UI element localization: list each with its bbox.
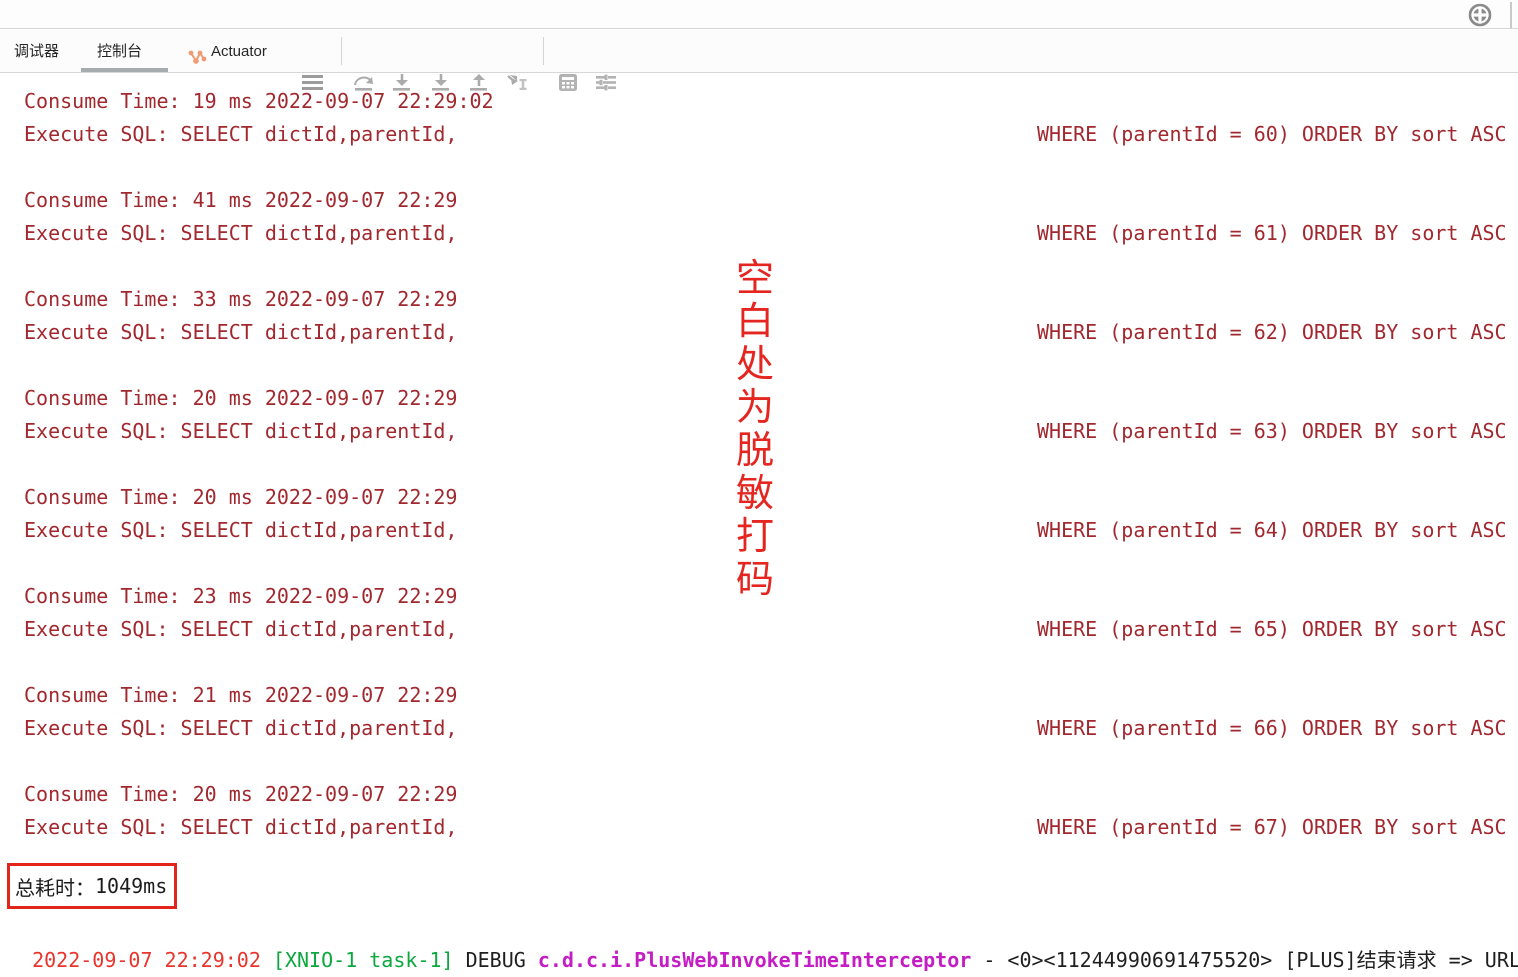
where-clause-line: WHERE (parentId = 67) ORDER BY sort ASC (1037, 811, 1507, 844)
log-logger: c.d.c.i.PlusWebInvokeTimeInterceptor (538, 948, 971, 972)
debug-log-line: 2022-09-07 22:29:02 [XNIO-1 task-1] DEBU… (8, 911, 1518, 944)
consume-time-line: Consume Time: 41 ms 2022-09-07 22:29 (24, 184, 457, 217)
consume-time-line: Consume Time: 21 ms 2022-09-07 22:29 (24, 679, 457, 712)
consume-time-line: Consume Time: 23 ms 2022-09-07 22:29 (24, 580, 457, 613)
sql-log-group: Consume Time: 20 ms 2022-09-07 22:29 Exe… (0, 778, 1518, 844)
where-clause-line: WHERE (parentId = 66) ORDER BY sort ASC (1037, 712, 1507, 745)
tab-console[interactable]: 控制台 (97, 30, 142, 73)
toolbar-separator (341, 37, 342, 65)
sql-log-group: Consume Time: 41 ms 2022-09-07 22:29 Exe… (0, 184, 1518, 250)
execute-sql-line: Execute SQL: SELECT dictId,parentId, (24, 514, 457, 547)
log-thread: [XNIO-1 task-1] (273, 948, 466, 972)
consume-time-line: Consume Time: 19 ms 2022-09-07 22:29:02 (24, 85, 494, 118)
execute-sql-line: Execute SQL: SELECT dictId,parentId, (24, 415, 457, 448)
consume-time-line: Consume Time: 20 ms 2022-09-07 22:29 (24, 481, 457, 514)
tab-debugger[interactable]: 调试器 (14, 30, 59, 73)
where-clause-line: WHERE (parentId = 63) ORDER BY sort ASC (1037, 415, 1507, 448)
execute-sql-line: Execute SQL: SELECT dictId,parentId, (24, 217, 457, 250)
log-level: DEBUG (466, 948, 538, 972)
tab-actuator-label: Actuator (211, 43, 267, 60)
log-message: - <0><11244990691475520> [PLUS]结束请求 => U… (971, 948, 1518, 972)
toolbar-separator (543, 37, 544, 65)
active-tab-underline (81, 68, 168, 72)
execute-sql-line: Execute SQL: SELECT dictId,parentId, (24, 712, 457, 745)
sql-log-group: Consume Time: 19 ms 2022-09-07 22:29:02 … (0, 85, 1518, 151)
execute-sql-line: Execute SQL: SELECT dictId,parentId, (24, 811, 457, 844)
redaction-watermark-text: 空白处为脱敏打码 (732, 257, 778, 601)
where-clause-line: WHERE (parentId = 61) ORDER BY sort ASC (1037, 217, 1507, 250)
where-clause-line: WHERE (parentId = 62) ORDER BY sort ASC (1037, 316, 1507, 349)
attach-target-icon[interactable] (1466, 1, 1494, 29)
execute-sql-line: Execute SQL: SELECT dictId,parentId, (24, 316, 457, 349)
total-time-value: 1049ms (95, 874, 167, 898)
scrollbar[interactable] (1510, 2, 1512, 28)
actuator-icon (187, 41, 208, 84)
consume-time-line: Consume Time: 20 ms 2022-09-07 22:29 (24, 382, 457, 415)
debug-tool-window-tab-bar: 调试器 控制台 Actuator (0, 30, 1518, 73)
tab-actuator[interactable]: Actuator (187, 30, 267, 73)
window-top-strip (0, 0, 1518, 29)
total-time-annotation-box: 总耗时：1049ms (7, 863, 177, 909)
consume-time-line: Consume Time: 20 ms 2022-09-07 22:29 (24, 778, 457, 811)
total-time-label: 总耗时： (15, 872, 95, 901)
sql-log-group: Consume Time: 21 ms 2022-09-07 22:29 Exe… (0, 679, 1518, 745)
log-timestamp: 2022-09-07 22:29:02 (32, 948, 273, 972)
where-clause-line: WHERE (parentId = 65) ORDER BY sort ASC (1037, 613, 1507, 646)
where-clause-line: WHERE (parentId = 60) ORDER BY sort ASC (1037, 118, 1507, 151)
execute-sql-line: Execute SQL: SELECT dictId,parentId, (24, 613, 457, 646)
execute-sql-line: Execute SQL: SELECT dictId,parentId, (24, 118, 457, 151)
consume-time-line: Consume Time: 33 ms 2022-09-07 22:29 (24, 283, 457, 316)
where-clause-line: WHERE (parentId = 64) ORDER BY sort ASC (1037, 514, 1507, 547)
